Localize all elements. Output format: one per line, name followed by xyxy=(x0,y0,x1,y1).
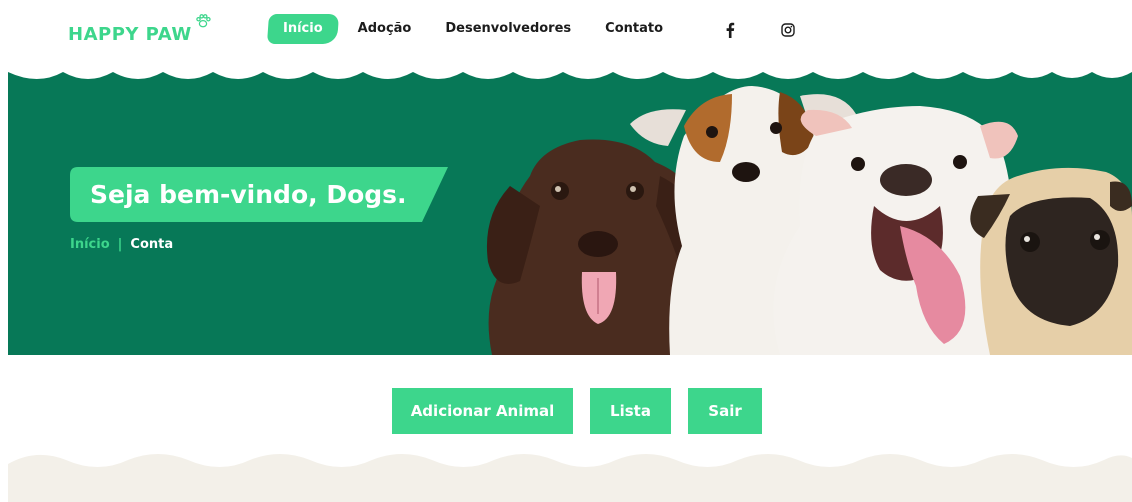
facebook-icon[interactable] xyxy=(720,20,740,40)
add-animal-button[interactable]: Adicionar Animal xyxy=(392,388,573,434)
welcome-banner: Seja bem-vindo, Dogs. xyxy=(70,167,448,222)
nav-item-desenvolvedores[interactable]: Desenvolvedores xyxy=(431,14,585,44)
hero-banner: Seja bem-vindo, Dogs. Início | Conta xyxy=(8,66,1132,355)
page-title: Seja bem-vindo, Dogs. xyxy=(90,180,407,209)
nav-item-inicio[interactable]: Início xyxy=(266,14,339,44)
breadcrumb: Início | Conta xyxy=(70,237,173,252)
brand-logo[interactable]: HAPPY PAW xyxy=(68,14,212,48)
main-nav: Início Adoção Desenvolvedores Contato xyxy=(266,14,683,44)
breadcrumb-home[interactable]: Início xyxy=(70,237,110,252)
dogs-photo xyxy=(486,86,1132,355)
breadcrumb-current: Conta xyxy=(130,237,174,252)
pug xyxy=(970,167,1132,355)
logout-button[interactable]: Sair xyxy=(688,388,762,434)
brand-name: HAPPY PAW xyxy=(68,24,192,45)
breadcrumb-separator: | xyxy=(117,237,123,252)
paw-icon xyxy=(195,14,211,28)
account-actions: Adicionar Animal Lista Sair xyxy=(0,388,1132,434)
site-header: HAPPY PAW Início Adoção Desenvolvedores … xyxy=(0,0,1132,72)
list-button[interactable]: Lista xyxy=(590,388,671,434)
footer-wave xyxy=(8,454,1132,502)
nav-item-contato[interactable]: Contato xyxy=(591,14,677,44)
nav-item-adocao[interactable]: Adoção xyxy=(344,14,426,44)
instagram-icon[interactable] xyxy=(778,20,798,40)
